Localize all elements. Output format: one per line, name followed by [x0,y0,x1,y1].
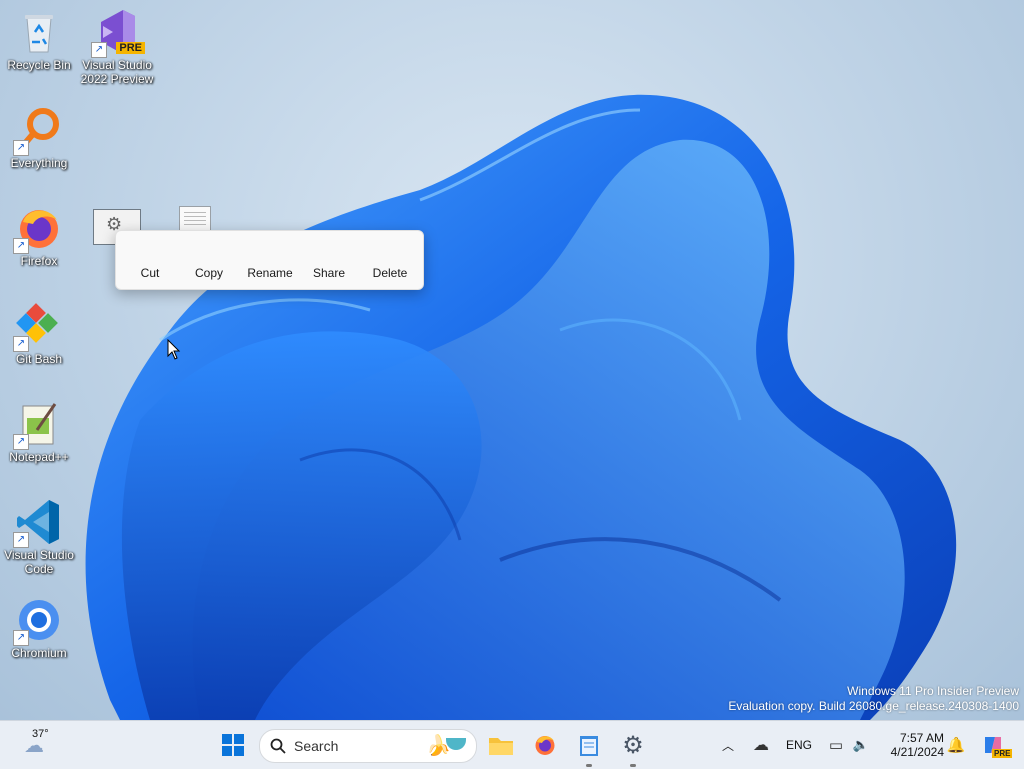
shortcut-arrow-icon: ↗ [13,434,29,450]
evaluation-watermark: Windows 11 Pro Insider Preview Evaluatio… [728,684,1019,714]
notepad-icon [580,736,598,756]
desktop-icon-label: Chromium [11,646,67,660]
desktop-icon-label: Git Bash [15,352,63,366]
shortcut-arrow-icon: ↗ [13,238,29,254]
desktop-icon-everything[interactable]: ↗ Everything [0,106,78,170]
gear-icon: ⚙ [622,731,644,759]
wallpaper-bloom [85,94,957,720]
desktop-icon-firefox[interactable]: ↗ Firefox [0,204,78,268]
copilot-button[interactable]: PRE [978,721,1013,769]
running-indicator [586,764,592,767]
weather-widget[interactable]: ☁ 37° [14,721,54,769]
watermark-line1: Windows 11 Pro Insider Preview [847,684,1019,698]
taskbar-search[interactable]: Search 🍌 [259,729,477,763]
recycle-bin-icon [25,15,53,53]
search-placeholder: Search [294,738,339,754]
desktop-icon-visual-studio-code[interactable]: ↗ Visual Studio Code [0,498,78,576]
weather-temperature: 37° [32,728,49,740]
taskbar-settings[interactable]: ⚙ [617,721,649,769]
taskbar-file-explorer[interactable] [485,721,517,769]
shortcut-arrow-icon: ↗ [91,42,107,58]
clock-time: 7:57 AM [899,731,944,745]
desktop-icon-recycle-bin[interactable]: Recycle Bin [0,8,78,72]
input-language-indicator[interactable]: ENG [782,721,816,769]
running-indicator [630,764,636,767]
desktop-icon-label: Notepad++ [9,450,69,464]
monitor-icon: ▭ [828,737,844,754]
desktop-icon-label: Visual Studio Code [4,548,74,576]
watermark-line2: Evaluation copy. Build 26080.ge_release.… [728,699,1019,713]
firefox-icon [535,736,555,755]
context-menu: Cut Copy Rename Share Delete [115,230,424,290]
desktop-icon-label: Visual Studio 2022 Preview [80,58,154,86]
desktop-icon-git-bash[interactable]: ↗ Git Bash [0,302,78,366]
preview-badge: PRE [116,42,145,54]
desktop-icon-visual-studio-2022-preview[interactable]: ↗ PRE Visual Studio 2022 Preview [78,8,156,86]
taskbar: ☁ 37° Search 🍌 ⚙ ︿ ☁ ENG ▭ 🔈 7:57 AM 4/2… [0,720,1024,769]
notifications-button[interactable]: 🔔 [944,721,968,769]
document-lines-icon [184,212,206,226]
shortcut-arrow-icon: ↗ [13,532,29,548]
clock[interactable]: 7:57 AM 4/21/2024 [878,721,948,769]
onedrive-status[interactable]: ☁ [750,721,772,769]
desktop-icon-chromium[interactable]: ↗ Chromium [0,596,78,660]
context-menu-rename[interactable]: Rename [247,266,292,280]
cloud-offline-icon: ☁ [753,737,769,754]
volume-status[interactable]: 🔈 [850,721,872,769]
context-menu-share[interactable]: Share [313,266,345,280]
context-menu-copy[interactable]: Copy [195,266,223,280]
clock-date: 4/21/2024 [890,745,944,759]
taskbar-firefox[interactable] [529,721,561,769]
taskbar-notepad[interactable] [573,721,605,769]
shortcut-arrow-icon: ↗ [13,336,29,352]
speaker-muted-icon: 🔈 [852,737,870,752]
bell-icon: 🔔 [946,737,966,754]
chevron-up-icon: ︿ [721,738,734,753]
desktop-icon-notepad-plus-plus[interactable]: ↗ Notepad++ [0,400,78,464]
copilot-preview-badge: PRE [992,749,1013,758]
network-status[interactable]: ▭ [825,721,847,769]
desktop-icon-label: Recycle Bin [7,58,71,72]
search-icon [270,738,286,754]
desktop-icon-label: Everything [10,156,68,170]
start-button[interactable] [216,721,250,769]
context-menu-delete[interactable]: Delete [373,266,408,280]
mouse-pointer-icon [167,339,181,360]
folder-icon [489,738,513,755]
show-hidden-icons-button[interactable]: ︿ [718,721,738,769]
context-menu-cut[interactable]: Cut [141,266,160,280]
shortcut-arrow-icon: ↗ [13,630,29,646]
desktop-icon-label: Firefox [20,254,58,268]
desktop[interactable]: Recycle Bin ↗ PRE Visual Studio 2022 Pre… [0,0,1024,720]
windows-logo-icon [222,734,244,756]
shortcut-arrow-icon: ↗ [13,140,29,156]
